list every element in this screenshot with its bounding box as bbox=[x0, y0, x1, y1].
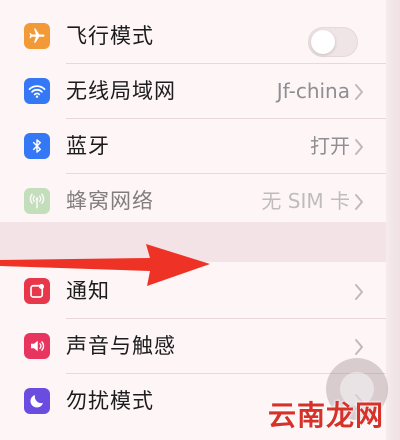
moon-icon bbox=[24, 388, 50, 414]
chevron-right-icon bbox=[355, 84, 363, 100]
airplane-mode-label: 飞行模式 bbox=[66, 24, 154, 48]
watermark: 云南龙网 bbox=[268, 399, 385, 432]
cellular-status: 无 SIM 卡 bbox=[261, 189, 350, 213]
settings-row-cellular[interactable]: 蜂窝网络 无 SIM 卡 bbox=[0, 174, 386, 229]
settings-row-bluetooth[interactable]: 蓝牙 打开 bbox=[0, 119, 386, 174]
cellular-antenna-icon bbox=[24, 188, 50, 214]
settings-row-wlan[interactable]: 无线局域网 Jf-china bbox=[0, 64, 386, 119]
settings-row-airplane-mode[interactable]: 飞行模式 bbox=[0, 9, 386, 64]
airplane-icon bbox=[24, 23, 50, 49]
bluetooth-icon bbox=[24, 133, 50, 159]
speaker-icon bbox=[24, 333, 50, 359]
chevron-right-icon bbox=[355, 139, 363, 155]
settings-group-connectivity: 飞行模式 无线局域网 Jf-china 蓝牙 打开 蜂窝网络 无 SIM 卡 bbox=[0, 0, 386, 222]
bluetooth-status: 打开 bbox=[310, 134, 350, 158]
wlan-label: 无线局域网 bbox=[66, 79, 176, 103]
airplane-mode-toggle[interactable] bbox=[308, 27, 358, 57]
wifi-icon bbox=[24, 78, 50, 104]
red-arrow-annotation bbox=[0, 244, 210, 286]
do-not-disturb-label: 勿扰模式 bbox=[66, 389, 154, 413]
toggle-knob bbox=[311, 30, 335, 54]
chevron-right-icon bbox=[355, 284, 363, 300]
screen-edge bbox=[386, 0, 400, 440]
chevron-right-icon bbox=[355, 339, 363, 355]
cellular-label: 蜂窝网络 bbox=[66, 189, 154, 213]
sounds-haptics-label: 声音与触感 bbox=[66, 334, 176, 358]
bluetooth-label: 蓝牙 bbox=[66, 134, 110, 158]
settings-row-sounds-haptics[interactable]: 声音与触感 bbox=[0, 319, 386, 374]
chevron-right-icon bbox=[355, 194, 363, 210]
wlan-network-name: Jf-china bbox=[276, 79, 350, 103]
